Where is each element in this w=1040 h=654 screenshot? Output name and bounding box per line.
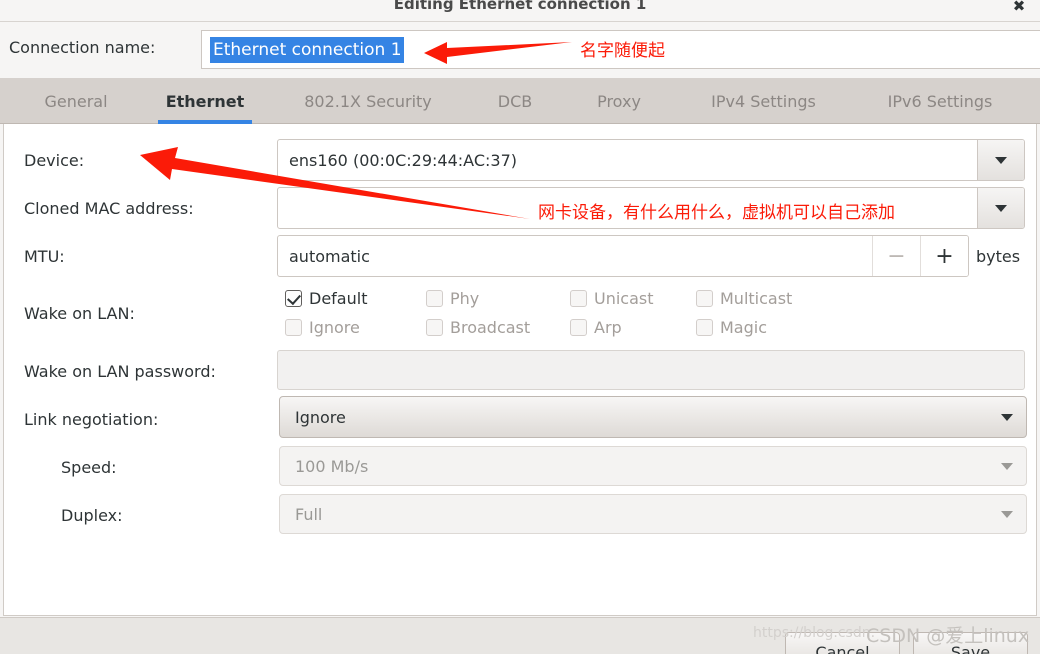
tab-label: 802.1X Security [304,91,432,111]
mtu-units-label: bytes [976,247,1021,266]
mtu-value: automatic [289,246,370,266]
checkbox-icon [570,319,587,336]
tab-802-1x-security[interactable]: 802.1X Security [275,78,461,124]
checkbox-icon [696,290,713,307]
chevron-down-icon [1001,510,1013,518]
tab-label: Ethernet [165,91,245,111]
tab-label: DCB [497,91,533,111]
device-combo[interactable]: ens160 (00:0C:29:44:AC:37) [277,139,1025,181]
wol-checkbox-label: Ignore [309,318,360,337]
device-label: Device: [24,151,85,170]
mtu-spinner[interactable]: automatic − + [277,235,969,277]
wol-password-input[interactable] [277,350,1025,390]
chevron-down-icon [995,156,1007,164]
wol-checkbox-default[interactable]: Default [285,289,367,308]
save-button[interactable]: Save [913,632,1028,654]
tab-bar: General Ethernet 802.1X Security DCB Proxy IP… [0,78,1040,124]
checkbox-icon [426,319,443,336]
wol-checkbox-label: Phy [450,289,480,308]
cancel-button[interactable]: Cancel [785,632,900,654]
annotation-text-1: 名字随便起 [580,41,665,61]
link-negotiation-label: Link negotiation: [24,410,159,429]
wol-checkbox-unicast: Unicast [570,289,654,308]
checkbox-icon [570,290,587,307]
link-negotiation-value: Ignore [295,407,346,427]
device-dropdown-button[interactable] [977,140,1024,180]
wol-checkbox-label: Arp [594,318,622,337]
tab-general[interactable]: General [24,78,128,124]
wol-checkbox-label: Multicast [720,289,793,308]
window-title: Editing Ethernet connection 1 [393,0,647,13]
close-icon[interactable]: ✖ [1008,0,1030,17]
chevron-down-icon [1001,413,1013,421]
tab-ipv6-settings[interactable]: IPv6 Settings [860,78,1020,124]
tab-ipv4-settings[interactable]: IPv4 Settings [686,78,841,124]
wol-checkbox-multicast: Multicast [696,289,792,308]
link-negotiation-combo[interactable]: Ignore [279,396,1027,438]
connection-name-value: Ethernet connection 1 [210,37,404,63]
mtu-increment-button[interactable]: + [920,236,968,276]
connection-name-row: Connection name: Ethernet connection 1 [0,22,1040,78]
speed-label: Speed: [61,458,117,477]
wol-checkbox-label: Default [309,289,368,308]
checkbox-icon [285,319,302,336]
speed-value: 100 Mb/s [295,456,369,476]
wol-checkbox-magic: Magic [696,318,767,337]
mtu-label: MTU: [24,247,65,266]
checkbox-icon [696,319,713,336]
wol-checkbox-ignore: Ignore [285,318,360,337]
tab-label: IPv6 Settings [887,91,993,111]
wol-checkbox-phy: Phy [426,289,479,308]
tab-label: General [44,91,108,111]
checkbox-icon [426,290,443,307]
cloned-mac-label: Cloned MAC address: [24,199,194,218]
tab-label: IPv4 Settings [711,91,816,111]
dialog-footer: Cancel Save [0,617,1040,654]
tab-label: Proxy [597,91,641,111]
wol-checkbox-label: Magic [720,318,768,337]
wol-checkbox-broadcast: Broadcast [426,318,530,337]
wol-password-label: Wake on LAN password: [24,362,216,381]
tab-dcb[interactable]: DCB [479,78,551,124]
duplex-combo[interactable]: Full [279,494,1027,534]
tab-ethernet[interactable]: Ethernet [152,78,258,124]
wol-checkbox-arp: Arp [570,318,622,337]
wol-checkbox-label: Broadcast [450,318,531,337]
duplex-value: Full [295,504,323,524]
chevron-down-icon [995,204,1007,212]
annotation-text-2: 网卡设备，有什么用什么，虚拟机可以自己添加 [538,203,895,223]
mtu-decrement-button[interactable]: − [872,236,920,276]
title-bar: Editing Ethernet connection 1 ✖ [0,0,1040,22]
checkmark-icon [285,290,302,307]
cloned-mac-dropdown-button[interactable] [977,188,1024,228]
wol-checkbox-label: Unicast [594,289,654,308]
connection-name-label: Connection name: [9,38,156,57]
tab-proxy[interactable]: Proxy [578,78,660,124]
wake-on-lan-label: Wake on LAN: [24,304,135,323]
duplex-label: Duplex: [61,506,123,525]
chevron-down-icon [1001,462,1013,470]
speed-combo[interactable]: 100 Mb/s [279,446,1027,486]
device-value: ens160 (00:0C:29:44:AC:37) [289,150,518,170]
editing-connection-dialog: Editing Ethernet connection 1 ✖ Connecti… [0,0,1040,654]
